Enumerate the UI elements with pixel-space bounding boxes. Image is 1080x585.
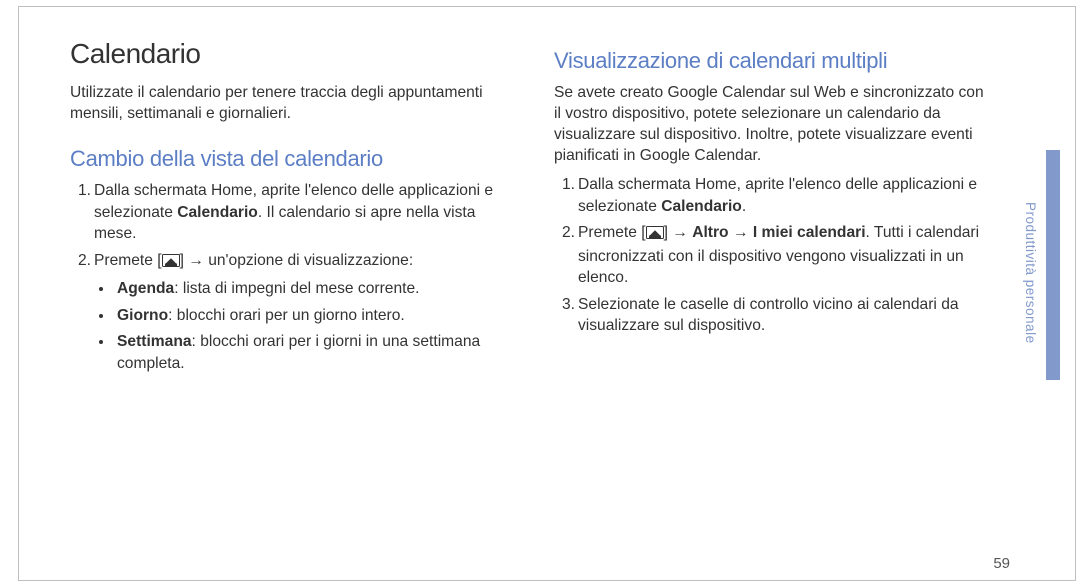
text-fragment: Dalla schermata Home, aprite l'elenco de…: [578, 176, 977, 215]
heading-calendari-multipli: Visualizzazione di calendari multipli: [554, 48, 992, 74]
right-column: Visualizzazione di calendari multipli Se…: [554, 38, 992, 585]
heading-calendario: Calendario: [70, 38, 508, 70]
bold-calendario: Calendario: [177, 204, 258, 221]
view-options-list: Agenda: lista di impegni del mese corren…: [94, 278, 508, 374]
intro-left: Utilizzate il calendario per tenere trac…: [70, 82, 508, 124]
text-fragment: Premete [: [94, 252, 162, 269]
text-fragment: .: [742, 198, 746, 215]
bullet-settimana: Settimana: blocchi orari per i giorni in…: [114, 331, 508, 374]
bullet-giorno: Giorno: blocchi orari per un giorno inte…: [114, 305, 508, 327]
left-steps: 1. Dalla schermata Home, aprite l'elenco…: [70, 180, 508, 379]
bold-calendario: Calendario: [661, 198, 742, 215]
bold-i-miei-calendari: I miei calendari: [753, 224, 866, 241]
step-text: Premete [ ] → un'opzione di visualizzazio…: [94, 252, 413, 269]
text-fragment: ] → un'opzione di visualizzazione:: [180, 252, 414, 269]
bold-settimana: Settimana: [117, 333, 192, 350]
step-text: Selezionate le caselle di controllo vici…: [578, 296, 959, 335]
page: Calendario Utilizzate il calendario per …: [0, 0, 1026, 585]
section-side-label: Produttività personale: [1023, 202, 1038, 344]
left-column: Calendario Utilizzate il calendario per …: [70, 38, 508, 585]
text-fragment: : blocchi orari per un giorno intero.: [168, 307, 405, 324]
bar-active-segment: [1046, 150, 1060, 380]
step-number: 1.: [70, 180, 91, 202]
left-step-2: 2. Premete [ ] → un'opzione di visualizza…: [70, 250, 508, 375]
right-step-2: 2. Premete [ ] → Altro → I miei calendari…: [554, 222, 992, 289]
text-fragment: : lista di impegni del mese corrente.: [174, 280, 419, 297]
right-step-3: 3. Selezionate le caselle di controllo v…: [554, 294, 992, 337]
menu-key-icon: [162, 252, 180, 274]
step-text: Dalla schermata Home, aprite l'elenco de…: [578, 176, 977, 215]
menu-key-icon: [646, 224, 664, 246]
step-number: 1.: [554, 174, 575, 196]
step-number: 3.: [554, 294, 575, 316]
step-text: Dalla schermata Home, aprite l'elenco de…: [94, 182, 493, 242]
text-fragment: →: [729, 224, 753, 241]
bullet-agenda: Agenda: lista di impegni del mese corren…: [114, 278, 508, 300]
bold-giorno: Giorno: [117, 307, 168, 324]
text-fragment: ] →: [664, 224, 693, 241]
intro-right: Se avete creato Google Calendar sul Web …: [554, 82, 992, 166]
step-number: 2.: [554, 222, 575, 244]
bar-spacer: [1046, 0, 1060, 150]
section-indicator-bar: [1046, 0, 1060, 585]
step-text: Premete [] → Altro → I miei calendari. T…: [578, 224, 979, 286]
bold-altro: Altro: [692, 224, 728, 241]
left-step-1: 1. Dalla schermata Home, aprite l'elenco…: [70, 180, 508, 245]
right-steps: 1. Dalla schermata Home, aprite l'elenco…: [554, 174, 992, 342]
page-number: 59: [993, 555, 1010, 572]
bold-agenda: Agenda: [117, 280, 174, 297]
right-step-1: 1. Dalla schermata Home, aprite l'elenco…: [554, 174, 992, 217]
heading-cambio-vista: Cambio della vista del calendario: [70, 146, 508, 172]
text-fragment: Premete [: [578, 224, 646, 241]
step-number: 2.: [70, 250, 91, 272]
